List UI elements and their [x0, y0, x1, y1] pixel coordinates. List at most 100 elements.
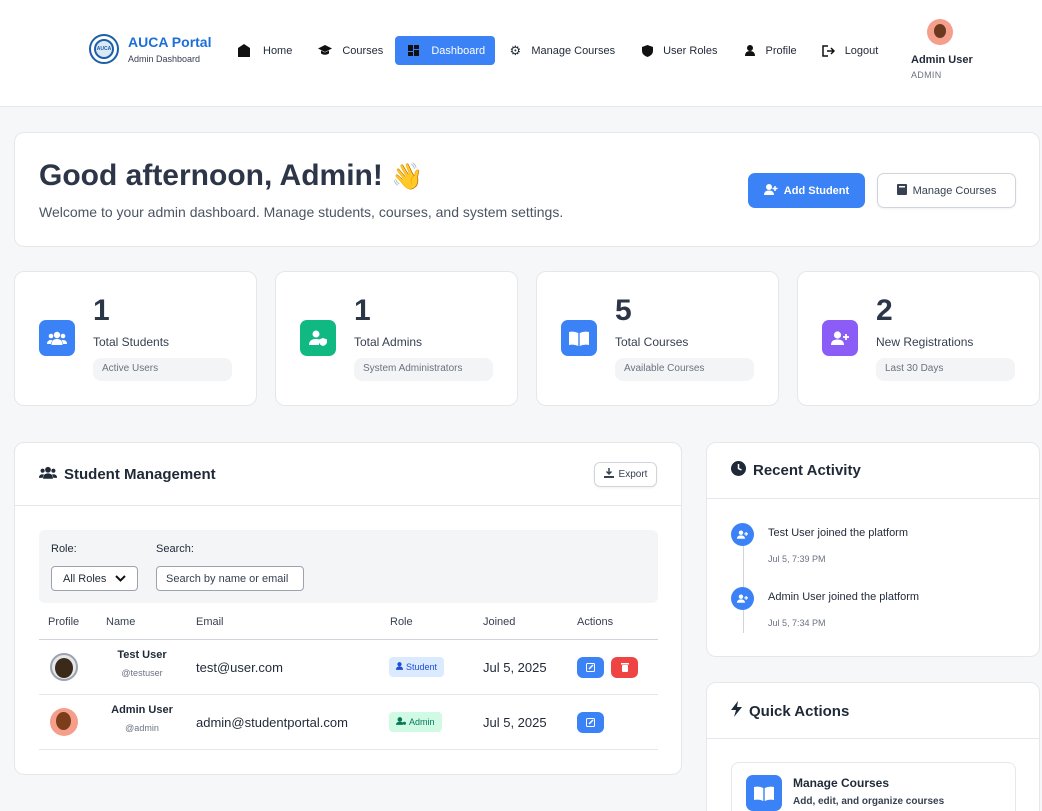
table-row: Test User @testuser test@user.com Studen…: [39, 640, 658, 695]
stat-card-students: 1 Total Students Active Users: [14, 271, 257, 406]
section-title: Quick Actions: [731, 701, 849, 721]
recent-activity-card: Recent Activity Test User joined the pla…: [706, 442, 1040, 657]
delete-button[interactable]: [611, 657, 638, 678]
stat-label: Total Students: [93, 335, 170, 349]
stat-card-courses: 5 Total Courses Available Courses: [536, 271, 779, 406]
section-title: Recent Activity: [731, 461, 861, 480]
activity-time: Jul 5, 7:34 PM: [768, 618, 826, 628]
dashboard-icon: [401, 45, 425, 56]
users-icon: [39, 466, 57, 483]
quick-action-manage-courses[interactable]: Manage Courses Add, edit, and organize c…: [731, 762, 1016, 811]
logout-icon: [817, 44, 841, 57]
avatar: [50, 653, 78, 681]
gear-icon: ⚙: [509, 42, 522, 58]
page-title: Good afternoon, Admin! 👋: [39, 159, 424, 192]
user-gear-icon: [396, 717, 406, 727]
stat-card-admins: 1 Total Admins System Administrators: [275, 271, 518, 406]
welcome-card: Good afternoon, Admin! 👋 Welcome to your…: [14, 132, 1040, 247]
search-input[interactable]: [156, 566, 304, 591]
welcome-subtitle: Welcome to your admin dashboard. Manage …: [39, 204, 564, 220]
table-row: Admin User @admin admin@studentportal.co…: [39, 695, 658, 750]
user-plus-icon: [731, 523, 754, 546]
activity-time: Jul 5, 7:39 PM: [768, 554, 826, 564]
avatar: [50, 708, 78, 736]
nav-courses[interactable]: Courses: [313, 36, 383, 65]
stat-note: Last 30 Days: [876, 358, 1015, 381]
export-button[interactable]: Export: [594, 462, 657, 487]
user-plus-icon: [731, 587, 754, 610]
activity-text: Admin User joined the platform: [768, 591, 920, 603]
nav-manage-courses[interactable]: ⚙ Manage Courses: [503, 36, 615, 65]
user-handle: @admin: [125, 723, 159, 733]
stat-value: 1: [354, 294, 371, 327]
student-management-card: Student Management Export Role: Search: …: [14, 442, 682, 775]
role-select[interactable]: All Roles: [51, 566, 138, 591]
quick-actions-header: Quick Actions: [707, 683, 1039, 739]
edit-button[interactable]: [577, 712, 604, 733]
joined-date: Jul 5, 2025: [483, 660, 547, 675]
nav-dashboard[interactable]: Dashboard: [395, 36, 496, 65]
main-nav: Home Courses Dashboard ⚙ Manage Courses …: [232, 36, 878, 65]
user-name: Admin User: [911, 54, 973, 66]
stat-label: Total Courses: [615, 335, 689, 349]
book-icon: [896, 183, 907, 198]
book-open-icon: [561, 320, 597, 356]
trash-icon: [620, 660, 629, 675]
stat-note: System Administrators: [354, 358, 493, 381]
edit-button[interactable]: [577, 657, 604, 678]
shield-icon: [635, 44, 659, 57]
stat-note: Available Courses: [615, 358, 754, 381]
quick-actions-card: Quick Actions Manage Courses Add, edit, …: [706, 682, 1040, 811]
student-management-header: Student Management Export: [15, 443, 681, 506]
stat-note: Active Users: [93, 358, 232, 381]
brand-title: AUCA Portal: [128, 34, 212, 50]
students-table: Profile Name Email Role Joined Actions T…: [39, 603, 658, 750]
stat-label: Total Admins: [354, 335, 423, 349]
user-shield-icon: [300, 320, 336, 356]
nav-home[interactable]: Home: [232, 36, 292, 65]
joined-date: Jul 5, 2025: [483, 715, 547, 730]
role-filter-label: Role:: [51, 543, 77, 555]
user-icon: [738, 45, 762, 56]
wave-emoji: 👋: [391, 161, 424, 191]
edit-icon: [586, 715, 595, 730]
recent-activity-header: Recent Activity: [707, 443, 1039, 499]
graduation-cap-icon: [313, 45, 337, 56]
auca-logo: AUCA: [89, 34, 119, 64]
user-email: admin@studentportal.com: [196, 715, 348, 730]
manage-courses-button[interactable]: Manage Courses: [877, 173, 1016, 208]
search-label: Search:: [156, 543, 194, 555]
role-badge: Admin: [389, 712, 442, 732]
role-badge: Student: [389, 657, 445, 677]
download-icon: [603, 468, 614, 481]
stat-card-registrations: 2 New Registrations Last 30 Days: [797, 271, 1040, 406]
nav-user-roles[interactable]: User Roles: [635, 36, 718, 65]
user-email: test@user.com: [196, 660, 283, 675]
brand-subtitle: Admin Dashboard: [128, 54, 201, 64]
quick-action-title: Manage Courses: [793, 776, 890, 790]
user-menu[interactable]: Admin User ADMIN: [911, 19, 973, 80]
user-icon: [396, 662, 403, 672]
brand[interactable]: AUCA AUCA Portal Admin Dashboard: [89, 34, 212, 64]
stat-value: 1: [93, 294, 110, 327]
bolt-icon: [731, 701, 742, 721]
user-name: Admin User: [111, 704, 173, 716]
stat-value: 2: [876, 294, 893, 327]
stat-value: 5: [615, 294, 632, 327]
nav-logout[interactable]: Logout: [817, 36, 878, 65]
filter-bar: Role: Search: All Roles: [39, 530, 658, 603]
chevron-down-icon: [115, 573, 126, 585]
user-role: ADMIN: [911, 70, 942, 80]
home-icon: [232, 44, 256, 57]
users-icon: [39, 320, 75, 356]
clock-icon: [731, 461, 746, 480]
top-navbar: AUCA AUCA Portal Admin Dashboard Home Co…: [0, 0, 1042, 107]
section-title: Student Management: [39, 466, 216, 483]
add-student-button[interactable]: Add Student: [748, 173, 865, 208]
nav-profile[interactable]: Profile: [738, 36, 797, 65]
user-handle: @testuser: [121, 668, 163, 678]
table-header: Profile Name Email Role Joined Actions: [39, 603, 658, 640]
book-open-icon: [746, 775, 782, 811]
user-plus-icon: [763, 183, 778, 198]
stat-label: New Registrations: [876, 335, 974, 349]
